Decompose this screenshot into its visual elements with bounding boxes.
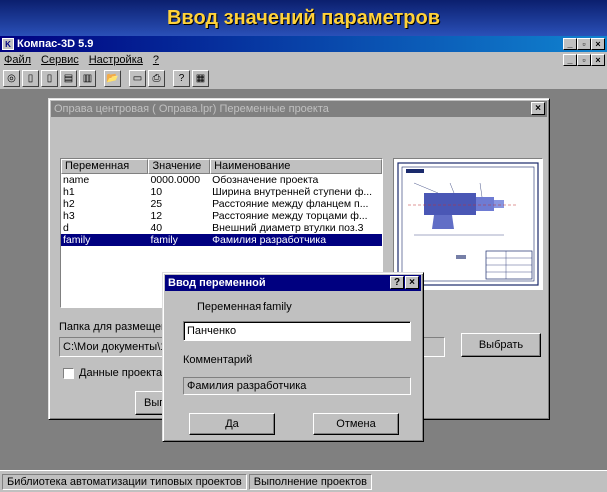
slide-title: Ввод значений параметров [0,0,607,36]
column-variable[interactable]: Переменная [61,159,149,174]
table-header: Переменная Значение Наименование [61,159,382,174]
cell-variable: h2 [63,198,75,210]
close-button[interactable]: × [591,38,605,50]
cell-value: family [150,234,178,246]
new-fragment-icon[interactable]: ▯ [41,70,58,87]
cell-value: 0000.0000 [150,174,201,186]
doc-restore-button[interactable]: ▫ [577,54,591,66]
project-dialog-title: Оправа центровая ( Оправа.lpr) Переменны… [54,103,329,115]
input-variable-dialog: Ввод переменной ? × Переменная family Ко… [162,272,424,442]
cell-description: Расстояние между торцами ф... [212,210,368,222]
project-data-checkbox-label: Данные проекта [79,367,163,379]
input-dialog-close-button[interactable]: × [405,276,419,289]
preview-icon[interactable]: ▭ [129,70,146,87]
toolbar: ◎ ▯ ▯ ▤ ▥ 📂 ▭ ⎙ ? ▦ [0,68,607,90]
cell-variable: name [63,174,90,186]
cell-variable: d [63,222,69,234]
manual-icon[interactable]: ▦ [192,70,209,87]
folder-label: Папка для размещен [59,321,168,333]
cell-description: Расстояние между фланцем п... [212,198,369,210]
cell-description: Внешний диаметр втулки поз.3 [212,222,364,234]
project-dialog-titlebar[interactable]: Оправа центровая ( Оправа.lpr) Переменны… [51,101,547,117]
doc-close-button[interactable]: × [591,54,605,66]
table-row[interactable]: h3 12 Расстояние между торцами ф... [61,210,382,222]
status-library: Библиотека автоматизации типовых проекто… [2,473,247,490]
cell-description: Фамилия разработчика [212,234,327,246]
variable-name: family [263,301,292,313]
open-folder-icon[interactable]: 📂 [104,70,121,87]
app-title: Компас-3D 5.9 [17,38,94,50]
print-icon[interactable]: ⎙ [148,70,165,87]
table-row[interactable]: d 40 Внешний диаметр втулки поз.3 [61,222,382,234]
cancel-button[interactable]: Отмена [313,413,399,435]
context-help-icon[interactable]: ? [173,70,190,87]
minimize-button[interactable]: _ [563,38,577,50]
ok-button[interactable]: Да [189,413,275,435]
new-drawing-icon[interactable]: ▯ [22,70,39,87]
drawing-thumbnail-icon [397,162,539,286]
cell-variable: h3 [63,210,75,222]
input-dialog-title: Ввод переменной [168,277,266,289]
cell-variable: h1 [63,186,75,198]
library-icon[interactable]: ◎ [3,70,20,87]
maximize-button[interactable]: ▫ [577,38,591,50]
menu-help[interactable]: ? [153,54,159,66]
table-row[interactable]: h1 10 Ширина внутренней ступени ф... [61,186,382,198]
menu-settings[interactable]: Настройка [89,54,143,66]
kompas-app-icon[interactable]: K [2,38,14,50]
menu-file[interactable]: Файл [4,54,31,66]
project-data-checkbox[interactable] [63,367,74,379]
table-row-selected[interactable]: family family Фамилия разработчика [61,234,382,246]
window-controls: _ ▫ × [563,38,605,50]
variable-label: Переменная [197,301,262,313]
comment-label: Комментарий [183,354,253,366]
menubar: Файл Сервис Настройка ? _ ▫ × [0,52,607,68]
project-dialog-close-button[interactable]: × [531,102,545,115]
help-button[interactable]: ? [390,276,404,289]
drawing-preview [393,158,543,290]
choose-folder-button[interactable]: Выбрать [461,333,541,357]
document-window-controls: _ ▫ × [563,54,605,66]
app-titlebar[interactable]: K Компас-3D 5.9 _ ▫ × [0,36,607,52]
input-dialog-titlebar[interactable]: Ввод переменной ? × [165,275,421,291]
project-data-checkbox-row[interactable]: Данные проекта [63,367,162,379]
status-mode: Выполнение проектов [248,473,372,490]
cell-value: 40 [150,222,163,234]
cell-value: 12 [150,210,163,222]
table-row[interactable]: h2 25 Расстояние между фланцем п... [61,198,382,210]
column-value[interactable]: Значение [148,159,211,174]
cell-value: 25 [150,198,163,210]
cell-value: 10 [150,186,163,198]
cell-description: Ширина внутренней ступени ф... [212,186,373,198]
cell-description: Обозначение проекта [212,174,319,186]
table-row[interactable]: name 0000.0000 Обозначение проекта [61,174,382,186]
variable-value-input[interactable] [183,321,411,341]
doc-minimize-button[interactable]: _ [563,54,577,66]
column-name[interactable]: Наименование [210,159,382,174]
new-assembly-icon[interactable]: ▥ [79,70,96,87]
comment-field[interactable]: Фамилия разработчика [183,377,411,395]
statusbar: Библиотека автоматизации типовых проекто… [0,470,607,492]
new-part-icon[interactable]: ▤ [60,70,77,87]
cell-variable: family [63,234,91,246]
menu-service[interactable]: Сервис [41,54,79,66]
